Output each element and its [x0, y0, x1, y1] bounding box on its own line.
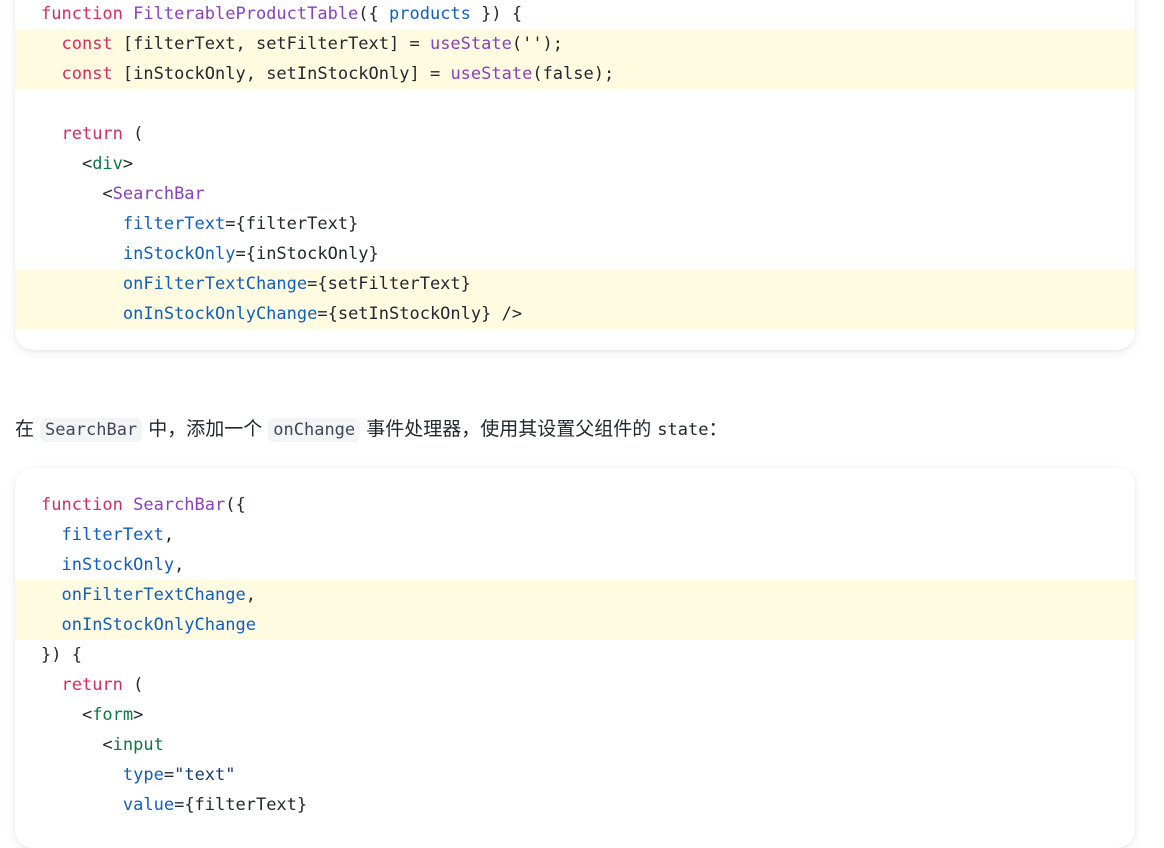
code-token: , — [174, 555, 185, 575]
code-token: onInStockOnlyChange — [61, 615, 256, 635]
code-line: return ( — [15, 670, 1135, 700]
code-token: const — [61, 64, 113, 84]
code-token: > — [122, 154, 134, 174]
code-token: (false); — [532, 64, 615, 84]
code-token: products — [389, 4, 471, 24]
code-token: return — [61, 124, 123, 144]
prose-text-after: 事件处理器，使用其设置父组件的 — [360, 418, 658, 440]
code-token: ={filterText} — [174, 795, 308, 815]
code-lines: function FilterableProductTable({ produc… — [15, 0, 1135, 329]
code-line: function SearchBar({ — [15, 490, 1135, 520]
code-token: ={inStockOnly} — [235, 244, 379, 264]
prose-paragraph: 在 SearchBar 中，添加一个 onChange 事件处理器，使用其设置父… — [15, 413, 727, 445]
code-token: [filterText, setFilterText] = — [112, 34, 430, 54]
code-token: [inStockOnly, setInStockOnly] = — [112, 64, 451, 84]
code-token: div — [92, 154, 123, 174]
code-token: type — [122, 765, 164, 785]
code-token: ({ — [225, 495, 246, 515]
prose-text-mid: 中，添加一个 — [142, 418, 269, 440]
code-token: return — [61, 675, 123, 695]
code-token: useState — [450, 64, 533, 84]
code-token: onFilterTextChange — [61, 585, 246, 605]
code-line: filterText, — [15, 520, 1135, 550]
code-token: ={setFilterText} — [307, 274, 471, 294]
code-token: < — [41, 705, 93, 725]
code-token: inStockOnly — [122, 244, 236, 264]
code-line: <form> — [15, 700, 1135, 730]
prose-colon: ： — [708, 418, 728, 440]
code-token: }) { — [470, 4, 523, 24]
code-lines: function SearchBar({ filterText, inStock… — [15, 490, 1135, 820]
inline-code-onchange: onChange — [268, 418, 361, 442]
code-token: ={filterText} — [225, 214, 359, 234]
code-line: <input — [15, 730, 1135, 760]
code-token: < — [41, 735, 113, 755]
highlighted-code-line: onFilterTextChange, — [15, 580, 1135, 610]
code-token: value — [122, 795, 175, 815]
code-token: SearchBar — [133, 495, 226, 515]
code-token: function — [41, 4, 134, 24]
inline-code-searchbar: SearchBar — [40, 418, 143, 442]
code-token: = — [163, 765, 175, 785]
code-token: onInStockOnlyChange — [122, 304, 318, 324]
code-line: value={filterText} — [15, 790, 1135, 820]
code-line: <SearchBar — [15, 179, 1135, 209]
code-line: <div> — [15, 149, 1135, 179]
code-token: , — [163, 525, 175, 545]
code-token: SearchBar — [112, 184, 205, 204]
code-line: function FilterableProductTable({ produc… — [15, 0, 1135, 29]
code-token: }) { — [41, 645, 82, 665]
highlighted-code-line: onInStockOnlyChange — [15, 610, 1135, 640]
code-token: , — [245, 585, 256, 605]
code-token: form — [92, 705, 134, 725]
code-line: filterText={filterText} — [15, 209, 1135, 239]
code-block-searchbar: function SearchBar({ filterText, inStock… — [15, 468, 1135, 848]
code-token: FilterableProductTable — [133, 4, 359, 24]
highlighted-code-line: const [inStockOnly, setInStockOnly] = us… — [15, 59, 1135, 89]
code-line: type="text" — [15, 760, 1135, 790]
code-token: ({ — [358, 4, 390, 24]
code-token: ( — [122, 124, 144, 144]
code-token: filterText — [122, 214, 226, 234]
highlighted-code-line: const [filterText, setFilterText] = useS… — [15, 29, 1135, 59]
code-token: const — [61, 34, 113, 54]
code-line: }) { — [15, 640, 1135, 670]
code-line: return ( — [15, 119, 1135, 149]
code-token: inStockOnly — [61, 555, 175, 575]
code-token: "text" — [174, 765, 236, 785]
code-token: useState — [429, 34, 512, 54]
code-block-filterable-product-table: function FilterableProductTable({ produc… — [15, 0, 1135, 350]
code-token: input — [112, 735, 164, 755]
code-token: function — [41, 495, 134, 515]
code-token: < — [41, 184, 113, 204]
highlighted-code-line: onInStockOnlyChange={setInStockOnly} /> — [15, 299, 1135, 329]
code-token: ( — [122, 675, 144, 695]
highlighted-code-line: onFilterTextChange={setFilterText} — [15, 269, 1135, 299]
code-line: inStockOnly, — [15, 550, 1135, 580]
prose-text-before: 在 — [15, 418, 41, 440]
code-token: filterText — [61, 525, 164, 545]
code-line: inStockOnly={inStockOnly} — [15, 239, 1135, 269]
code-token: ={setInStockOnly} /> — [317, 304, 523, 324]
code-token: < — [41, 154, 93, 174]
code-token: > — [133, 705, 144, 725]
prose-state-word: state — [657, 420, 709, 440]
code-token: onFilterTextChange — [122, 274, 308, 294]
code-token: (''); — [511, 34, 564, 54]
